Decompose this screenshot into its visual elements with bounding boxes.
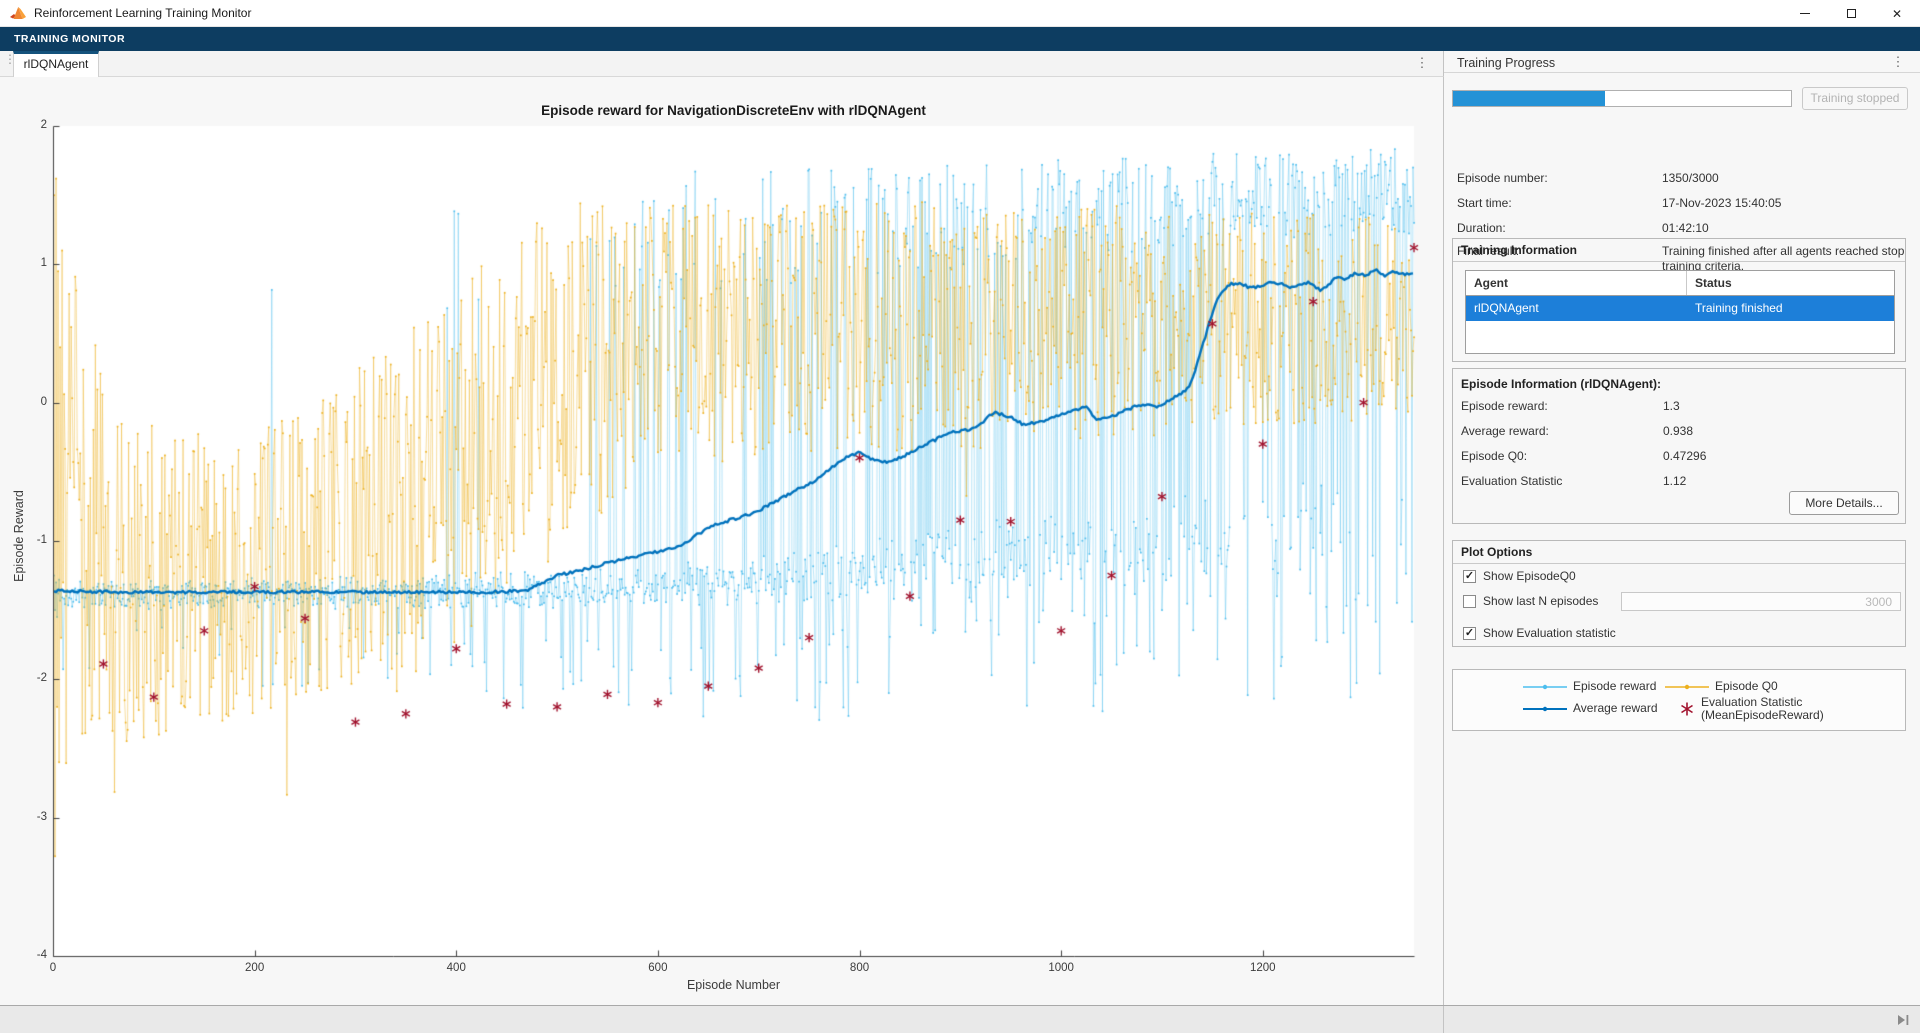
show-episodeq0-option[interactable]: ✓ Show EpisodeQ0 (1463, 569, 1576, 583)
section-divider (1453, 563, 1905, 564)
titlebar: Reinforcement Learning Training Monitor … (0, 0, 1920, 27)
plot-options-section: Plot Options ✓ Show EpisodeQ0 Show last … (1452, 540, 1906, 647)
legend-label: Evaluation Statistic (MeanEpisodeReward) (1701, 696, 1824, 722)
evaluation-statistic-value: 1.12 (1663, 474, 1686, 488)
expand-panel-icon[interactable] (1896, 1012, 1911, 1028)
tab-strip: ⋮ rlDQNAgent ⋮ (0, 51, 1444, 77)
episode-number-label: Episode number: (1457, 171, 1548, 186)
show-last-n-episodes-label: Show last N episodes (1483, 594, 1598, 608)
evaluation-statistic-label: Evaluation Statistic (1461, 474, 1562, 488)
chart-title: Episode reward for NavigationDiscreteEnv… (53, 103, 1414, 118)
ribbon-training-monitor: TRAINING MONITOR (0, 27, 1920, 51)
chart-legend: Episode reward Episode Q0 Average reward (1452, 669, 1906, 731)
episode-reward-label: Episode reward: (1461, 399, 1548, 413)
minimize-button[interactable] (1782, 0, 1828, 27)
episode-q0-label: Episode Q0: (1461, 449, 1527, 463)
training-chart-canvas[interactable] (0, 77, 1444, 1005)
legend-item-episode-reward: Episode reward (1523, 680, 1656, 693)
training-information-section: Training Information Agent Status rlDQNA… (1452, 238, 1906, 362)
episode-q0-line-icon (1665, 681, 1709, 693)
training-progress-bar-fill (1453, 91, 1605, 106)
x-tick-label: 1000 (1039, 962, 1083, 974)
show-evaluation-statistic-option[interactable]: ✓ Show Evaluation statistic (1463, 626, 1616, 640)
maximize-button[interactable] (1828, 0, 1874, 27)
episode-reward-value: 1.3 (1663, 399, 1680, 413)
plot-options-title: Plot Options (1461, 545, 1532, 559)
minimize-icon (1800, 13, 1810, 14)
panel-title: Training Progress (1457, 56, 1555, 70)
x-axis-label: Episode Number (53, 978, 1414, 992)
close-icon: ✕ (1892, 7, 1902, 21)
x-tick-label: 0 (31, 962, 75, 974)
status-bar (0, 1005, 1920, 1033)
show-episodeq0-label: Show EpisodeQ0 (1483, 569, 1576, 583)
matlab-icon (10, 6, 26, 21)
app-window: Reinforcement Learning Training Monitor … (0, 0, 1920, 1033)
figure-pane-menu-icon[interactable]: ⋮ (1414, 55, 1430, 71)
x-tick-label: 1200 (1241, 962, 1285, 974)
duration-label: Duration: (1457, 221, 1506, 236)
show-last-n-episodes-checkbox[interactable] (1463, 595, 1476, 608)
y-tick-label: 2 (11, 119, 47, 131)
legend-item-evaluation-statistic: Evaluation Statistic (MeanEpisodeReward) (1679, 696, 1824, 722)
legend-item-average-reward: Average reward (1523, 702, 1658, 715)
show-episodeq0-checkbox[interactable]: ✓ (1463, 570, 1476, 583)
legend-label: Average reward (1573, 702, 1658, 715)
duration-value: 01:42:10 (1662, 221, 1914, 236)
training-progress-panel: Training Progress ⋮ Training stopped Epi… (1444, 51, 1920, 1005)
training-progress-bar (1452, 90, 1792, 107)
average-reward-value: 0.938 (1663, 424, 1693, 438)
y-tick-label: -1 (11, 534, 47, 546)
legend-label: Episode Q0 (1715, 680, 1778, 693)
y-tick-label: -4 (11, 949, 47, 961)
y-tick-label: -3 (11, 811, 47, 823)
ribbon-label: TRAINING MONITOR (14, 33, 125, 45)
x-tick-label: 200 (233, 962, 277, 974)
average-reward-label: Average reward: (1461, 424, 1549, 438)
section-divider (1453, 261, 1905, 262)
tab-label: rlDQNAgent (24, 57, 89, 71)
show-evaluation-statistic-checkbox[interactable]: ✓ (1463, 627, 1476, 640)
agent-column-header: Agent (1466, 271, 1687, 295)
status-column-header: Status (1687, 271, 1894, 295)
evaluation-asterisk-icon (1679, 701, 1695, 717)
y-tick-label: -2 (11, 672, 47, 684)
close-button[interactable]: ✕ (1874, 0, 1920, 27)
episode-information-title: Episode Information (rlDQNAgent): (1461, 377, 1661, 391)
y-tick-label: 1 (11, 257, 47, 269)
episode-number-value: 1350/3000 (1662, 171, 1914, 186)
status-bar-divider (1443, 1006, 1444, 1033)
tab-rldqnagent[interactable]: rlDQNAgent (13, 51, 99, 77)
agents-table-header: Agent Status (1466, 271, 1894, 296)
x-tick-label: 800 (838, 962, 882, 974)
show-evaluation-statistic-label: Show Evaluation statistic (1483, 626, 1616, 640)
last-n-episodes-input[interactable] (1621, 592, 1901, 611)
more-details-button[interactable]: More Details... (1789, 491, 1899, 515)
training-stopped-button[interactable]: Training stopped (1802, 87, 1908, 110)
figure-pane: Episode reward for NavigationDiscreteEnv… (0, 77, 1444, 1005)
status-cell: Training finished (1687, 296, 1894, 321)
x-tick-label: 600 (636, 962, 680, 974)
table-row-rldqnagent[interactable]: rlDQNAgent Training finished (1466, 296, 1894, 321)
panel-header-divider (1444, 72, 1920, 73)
start-time-label: Start time: (1457, 196, 1512, 211)
show-last-n-episodes-option[interactable]: Show last N episodes (1463, 594, 1598, 608)
window-title: Reinforcement Learning Training Monitor (34, 6, 251, 20)
panel-menu-icon[interactable]: ⋮ (1890, 54, 1906, 70)
training-information-title: Training Information (1461, 243, 1577, 257)
agents-table: Agent Status rlDQNAgent Training finishe… (1465, 270, 1895, 354)
episode-information-section: Episode Information (rlDQNAgent): Episod… (1452, 368, 1906, 524)
legend-label: Episode reward (1573, 680, 1656, 693)
average-reward-line-icon (1523, 703, 1567, 715)
episode-q0-value: 0.47296 (1663, 449, 1706, 463)
y-tick-label: 0 (11, 396, 47, 408)
start-time-value: 17-Nov-2023 15:40:05 (1662, 196, 1914, 211)
legend-item-episode-q0: Episode Q0 (1665, 680, 1778, 693)
maximize-icon (1847, 9, 1856, 18)
agent-cell: rlDQNAgent (1466, 296, 1687, 321)
x-tick-label: 400 (434, 962, 478, 974)
episode-reward-line-icon (1523, 681, 1567, 693)
